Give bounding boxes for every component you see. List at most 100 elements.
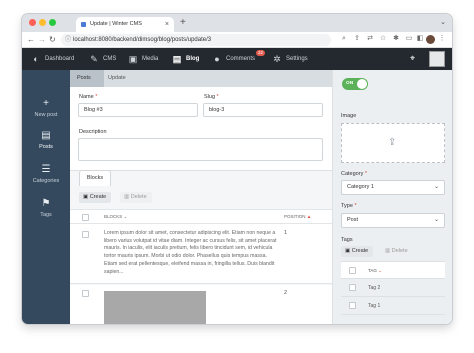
back-icon[interactable]: ← (27, 33, 35, 47)
chevron-down-icon: ⌄ (123, 214, 128, 219)
tag-name: Tag 2 (368, 285, 381, 291)
type-select[interactable]: Post ⌄ (341, 213, 445, 228)
category-select[interactable]: Category 1 ⌄ (341, 180, 445, 195)
sidenav-item-posts[interactable]: ▤ Posts (22, 130, 70, 150)
select-all-tags-checkbox[interactable] (349, 267, 356, 274)
tab-search-icon[interactable]: ⌄ (440, 16, 446, 30)
create-tag-button[interactable]: ▣ Create (341, 246, 374, 257)
category-label-text: Category (341, 171, 364, 177)
published-toggle[interactable]: ON (342, 78, 368, 90)
name-label: Name * (79, 94, 97, 100)
info-icon[interactable]: ⓘ (65, 34, 71, 46)
comments-count-badge: 22 (256, 50, 266, 56)
breadcrumb-posts-link[interactable]: Posts (70, 70, 104, 87)
blog-icon: ▤ (172, 54, 182, 64)
reload-icon[interactable]: ↻ (49, 33, 56, 47)
create-block-button[interactable]: ▣ Create (79, 192, 112, 203)
nav-comments[interactable]: ● Comments (212, 48, 255, 70)
sidenav-label: Posts (39, 144, 53, 150)
required-mark: * (95, 94, 98, 100)
nav-label: CMS (103, 56, 117, 62)
column-blocks-label: BLOCKS (104, 214, 123, 219)
row-checkbox[interactable] (82, 231, 89, 238)
minimize-window-button[interactable] (39, 19, 46, 26)
nav-media[interactable]: ▣ Media (128, 48, 159, 70)
type-label-text: Type (341, 203, 353, 209)
table-row[interactable]: 2 (70, 285, 332, 324)
select-all-checkbox[interactable] (82, 214, 89, 221)
user-avatar[interactable] (429, 51, 445, 67)
forward-icon[interactable]: → (38, 33, 46, 47)
bookmark-star-icon[interactable]: ☆ (379, 35, 387, 43)
row-checkbox[interactable] (349, 284, 356, 291)
browser-tab[interactable]: Update | Winter CMS × (76, 17, 174, 32)
description-label: Description (79, 129, 107, 135)
delete-label: Delete (391, 248, 408, 254)
more-menu-icon[interactable]: ⋮ (438, 35, 446, 43)
slug-input[interactable]: blog-3 (203, 103, 323, 117)
toggle-knob (357, 79, 367, 89)
maximize-window-button[interactable] (49, 19, 56, 26)
delete-tag-button[interactable]: ▥ Delete (381, 246, 413, 257)
nav-cms[interactable]: ✎ CMS (89, 48, 116, 70)
close-window-button[interactable] (29, 19, 36, 26)
preview-site-icon[interactable]: ⌖ (410, 53, 415, 64)
tag-name: Tag 1 (368, 303, 381, 309)
nav-label: Settings (286, 56, 308, 62)
tab-close-icon[interactable]: × (165, 17, 169, 32)
nav-label: Blog (186, 56, 200, 62)
table-row[interactable]: Tag 1 (341, 297, 445, 315)
media-icon: ▣ (128, 54, 138, 64)
name-input[interactable]: Blog #3 (78, 103, 198, 117)
lens-icon[interactable]: ⌕ (340, 35, 348, 43)
tag-icon: ⚑ (41, 198, 51, 209)
chevron-down-icon: ⌄ (378, 268, 382, 273)
sidebar-icon[interactable]: ◧ (416, 35, 424, 43)
address-bar[interactable]: ⓘ localhost:8080/backend/dimsog/blog/pos… (61, 34, 331, 46)
column-position[interactable]: POSITION ▲ (284, 210, 311, 224)
column-tag[interactable]: TAG ⌄ (368, 262, 382, 280)
post-settings-sidebar: ON Image ⇪ Category * Category 1 ⌄ Type … (332, 70, 452, 324)
nav-settings[interactable]: ✲ Settings (272, 48, 308, 70)
nav-dashboard[interactable]: ◐ Dashboard (31, 48, 74, 70)
sidenav-item-new-post[interactable]: + New post (22, 98, 70, 118)
delete-icon: ▥ (124, 194, 131, 200)
column-blocks[interactable]: BLOCKS ⌄ (104, 210, 127, 224)
new-tab-button[interactable]: + (180, 16, 186, 30)
upload-icon: ⇪ (388, 137, 397, 148)
profile-avatar[interactable] (426, 35, 435, 44)
tab-blocks[interactable]: Blocks (79, 170, 111, 186)
nav-label: Comments (226, 56, 256, 62)
name-label-text: Name (79, 94, 94, 100)
extensions-icon[interactable]: ✱ (392, 35, 400, 43)
image-upload-dropzone[interactable]: ⇪ (341, 123, 445, 163)
table-row[interactable]: Tag 2 (341, 279, 445, 297)
sidenav-item-tags[interactable]: ⚑ Tags (22, 198, 70, 218)
row-checkbox[interactable] (82, 290, 89, 297)
description-textarea[interactable] (78, 138, 323, 161)
translate-icon[interactable]: ⇄ (366, 35, 374, 43)
nav-label: Media (142, 56, 159, 62)
nav-blog[interactable]: ▤ Blog (172, 48, 200, 70)
chevron-down-icon: ⌄ (433, 184, 439, 190)
comments-icon: ● (214, 54, 220, 64)
column-position-label: POSITION (284, 214, 306, 219)
row-checkbox[interactable] (349, 302, 356, 309)
delete-label: Delete (130, 194, 147, 200)
share-icon[interactable]: ⇪ (353, 35, 361, 43)
plus-icon: + (43, 98, 49, 109)
table-row[interactable]: Lorem ipsum dolor sit amet, consectetur … (70, 224, 332, 284)
browser-window: Update | Winter CMS × + ⌄ ← → ↻ ⓘ localh… (22, 14, 452, 324)
category-value: Category 1 (347, 184, 374, 190)
cms-icon: ✎ (90, 54, 98, 64)
sidenav-item-categories[interactable]: ☰ Categories (22, 164, 70, 184)
delete-block-button[interactable]: ▥ Delete (120, 192, 152, 203)
slug-label: Slug * (204, 94, 219, 100)
tags-table-header: TAG ⌄ (341, 261, 445, 279)
block-position: 1 (284, 230, 288, 236)
app-header: ◐ Dashboard ✎ CMS ▣ Media ▤ Blog ● Comme… (22, 48, 452, 70)
blocks-panel: Blocks ▣ Create ▥ Delete BLOCKS ⌄ POSITI… (70, 170, 332, 324)
reading-list-icon[interactable]: ▭ (405, 35, 413, 43)
required-mark: * (354, 203, 357, 209)
url-text: localhost:8080/backend/dimsog/blog/posts… (73, 37, 212, 43)
